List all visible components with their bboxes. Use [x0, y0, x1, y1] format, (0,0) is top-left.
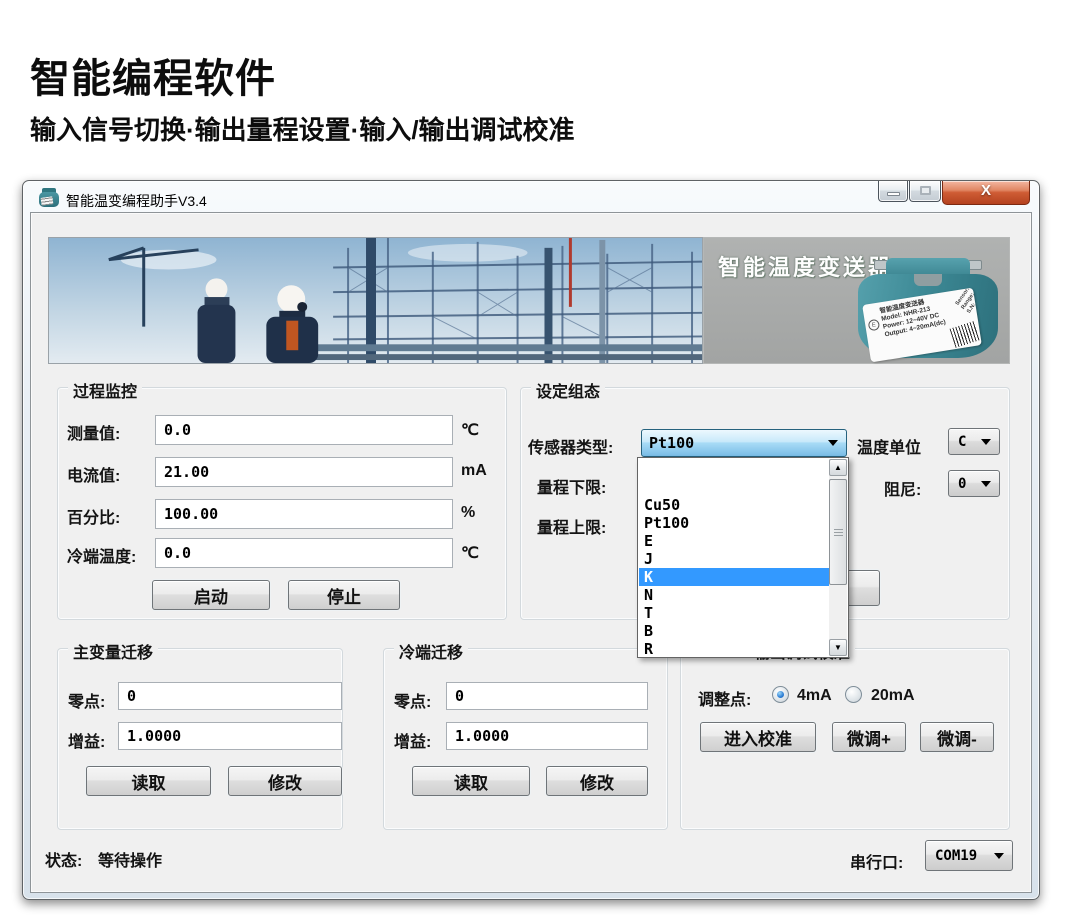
close-button[interactable]: X — [942, 181, 1030, 205]
page-subtitle: 输入信号切换·输出量程设置·输入/输出调试校准 — [30, 110, 575, 147]
primary-gain-field[interactable]: 1.0000 — [118, 722, 342, 750]
primary-zero-field[interactable]: 0 — [118, 682, 342, 710]
primary-read-button[interactable]: 读取 — [86, 766, 211, 796]
primary-zero-label: 零点: — [68, 688, 105, 712]
cold-gain-label: 增益: — [394, 728, 431, 752]
range-low-label: 量程下限: — [537, 474, 606, 498]
chevron-down-icon — [828, 440, 838, 446]
sensor-type-value: Pt100 — [642, 434, 828, 452]
coldjunction-value-field[interactable]: 0.0 — [155, 538, 453, 568]
barcode — [950, 321, 981, 348]
dropdown-item-e[interactable]: E — [639, 532, 830, 550]
page-title: 智能编程软件 — [30, 46, 276, 104]
chevron-down-icon — [981, 481, 991, 487]
maximize-icon — [920, 186, 931, 195]
dropdown-item[interactable] — [639, 478, 830, 496]
percent-label: 百分比: — [67, 504, 120, 528]
current-value-field[interactable]: 21.00 — [155, 457, 453, 487]
coldjunction-label: 冷端温度: — [67, 543, 136, 567]
dropdown-item-cu50[interactable]: Cu50 — [639, 496, 830, 514]
scroll-down-icon[interactable]: ▼ — [829, 639, 847, 656]
cold-gain-field[interactable]: 1.0000 — [446, 722, 648, 750]
serial-port-label: 串行口: — [850, 849, 903, 873]
dropdown-scrollbar[interactable]: ▲ ▼ — [829, 459, 847, 656]
percent-unit: % — [461, 504, 475, 522]
cold-zero-field[interactable]: 0 — [446, 682, 648, 710]
primary-write-button[interactable]: 修改 — [228, 766, 342, 796]
window-title: 智能温变编程助手V3.4 — [66, 191, 207, 211]
measure-value-field[interactable]: 0.0 — [155, 415, 453, 445]
serial-port-value: COM19 — [926, 848, 994, 864]
app-icon — [38, 188, 60, 208]
radio-4ma-label: 4mA — [797, 687, 832, 705]
serial-port-combobox[interactable]: COM19 — [925, 840, 1013, 871]
primary-shift-title: 主变量迁移 — [68, 639, 158, 663]
minimize-icon — [887, 192, 900, 196]
coldjunction-unit: ℃ — [461, 543, 479, 563]
chevron-down-icon — [981, 439, 991, 445]
trim-plus-button[interactable]: 微调+ — [832, 722, 906, 752]
temp-unit-combobox[interactable]: C — [948, 428, 1000, 455]
cold-write-button[interactable]: 修改 — [546, 766, 648, 796]
sensor-type-dropdown-list[interactable]: Cu50 Pt100 E J K N T B R ▲ ▼ — [637, 457, 849, 658]
chevron-down-icon — [994, 853, 1004, 859]
damping-combobox[interactable]: 0 — [948, 470, 1000, 497]
enter-calibration-button[interactable]: 进入校准 — [700, 722, 816, 752]
scroll-up-icon[interactable]: ▲ — [829, 459, 847, 476]
dropdown-item-j[interactable]: J — [639, 550, 830, 568]
damping-label: 阻尼: — [884, 476, 921, 500]
stop-button[interactable]: 停止 — [288, 580, 400, 610]
measure-label: 测量值: — [67, 420, 120, 444]
measure-unit: ℃ — [461, 420, 479, 440]
dropdown-item-k-selected[interactable]: K — [639, 568, 830, 586]
dropdown-item-n[interactable]: N — [639, 586, 830, 604]
cold-shift-title: 冷端迁移 — [394, 639, 468, 663]
percent-value-field[interactable]: 100.00 — [155, 499, 453, 529]
radio-4ma[interactable] — [772, 686, 789, 703]
temp-unit-value: C — [949, 434, 981, 450]
banner-photo — [48, 237, 703, 364]
current-label: 电流值: — [67, 462, 120, 486]
dropdown-item-b[interactable]: B — [639, 622, 830, 640]
temp-unit-label: 温度单位 — [857, 434, 921, 458]
product-image: E 智能温度变送器 Model: NHR-213 Power: 12~40V D… — [852, 258, 1004, 362]
range-high-label: 量程上限: — [537, 514, 606, 538]
maximize-button[interactable] — [909, 181, 941, 202]
sensor-type-combobox[interactable]: Pt100 — [641, 429, 847, 457]
trim-minus-button[interactable]: 微调- — [920, 722, 994, 752]
start-button[interactable]: 启动 — [152, 580, 270, 610]
dropdown-item[interactable] — [639, 460, 830, 478]
process-monitor-title: 过程监控 — [68, 378, 142, 402]
radio-20ma[interactable] — [845, 686, 862, 703]
adjust-point-label: 调整点: — [698, 686, 751, 710]
primary-gain-label: 增益: — [68, 728, 105, 752]
radio-selected-dot — [777, 691, 784, 698]
cold-zero-label: 零点: — [394, 688, 431, 712]
minimize-button[interactable] — [878, 181, 908, 202]
radio-20ma-label: 20mA — [871, 687, 915, 705]
damping-value: 0 — [949, 476, 981, 492]
status-value: 等待操作 — [98, 847, 162, 871]
product-logo: E — [868, 319, 881, 332]
close-icon: X — [943, 182, 1029, 199]
scrollbar-thumb[interactable] — [829, 479, 847, 585]
page: 智能编程软件 输入信号切换·输出量程设置·输入/输出调试校准 智能温变编程助手V… — [0, 0, 1080, 921]
current-unit: mA — [461, 462, 487, 480]
dropdown-item-t[interactable]: T — [639, 604, 830, 622]
dropdown-item-pt100[interactable]: Pt100 — [639, 514, 830, 532]
status-label: 状态: — [45, 847, 82, 871]
sensor-type-label: 传感器类型: — [528, 434, 613, 458]
config-title: 设定组态 — [531, 378, 605, 402]
cold-read-button[interactable]: 读取 — [412, 766, 530, 796]
dropdown-item-r[interactable]: R — [639, 640, 830, 658]
